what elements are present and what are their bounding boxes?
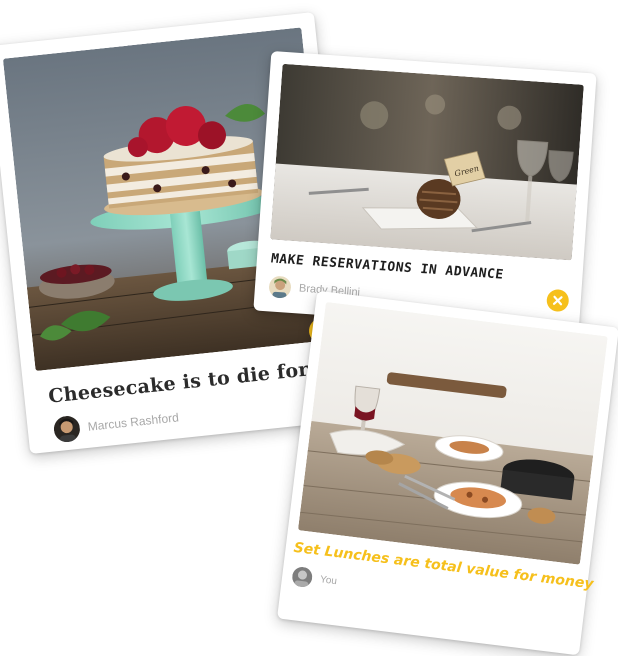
table-setting-image: Green bbox=[270, 63, 584, 261]
author-byline: Marcus Rashford bbox=[52, 404, 180, 444]
food-review-cards: Cheesecake is to die for Marcus Rashford bbox=[0, 0, 618, 656]
reject-badge[interactable] bbox=[546, 288, 570, 313]
avatar[interactable] bbox=[268, 275, 292, 299]
author-byline: You bbox=[291, 565, 338, 591]
close-icon bbox=[552, 295, 563, 306]
avatar[interactable] bbox=[291, 565, 314, 589]
lunch-table-image bbox=[297, 301, 608, 565]
review-card-reservations[interactable]: Green MAKE RESERVATIONS IN ADVANCE Brady… bbox=[253, 50, 597, 334]
lunch-table-photo bbox=[297, 301, 608, 565]
author-name[interactable]: You bbox=[319, 574, 337, 587]
user-avatar-icon bbox=[52, 414, 82, 444]
avatar[interactable] bbox=[52, 414, 82, 444]
user-avatar-icon bbox=[291, 565, 314, 589]
card-caption: Cheesecake is to die for bbox=[47, 358, 310, 408]
user-avatar-icon bbox=[268, 275, 292, 299]
table-setting-photo: Green bbox=[270, 63, 584, 261]
review-card-set-lunches[interactable]: Set Lunches are total value for money Yo… bbox=[277, 290, 618, 656]
author-name[interactable]: Marcus Rashford bbox=[87, 410, 179, 433]
